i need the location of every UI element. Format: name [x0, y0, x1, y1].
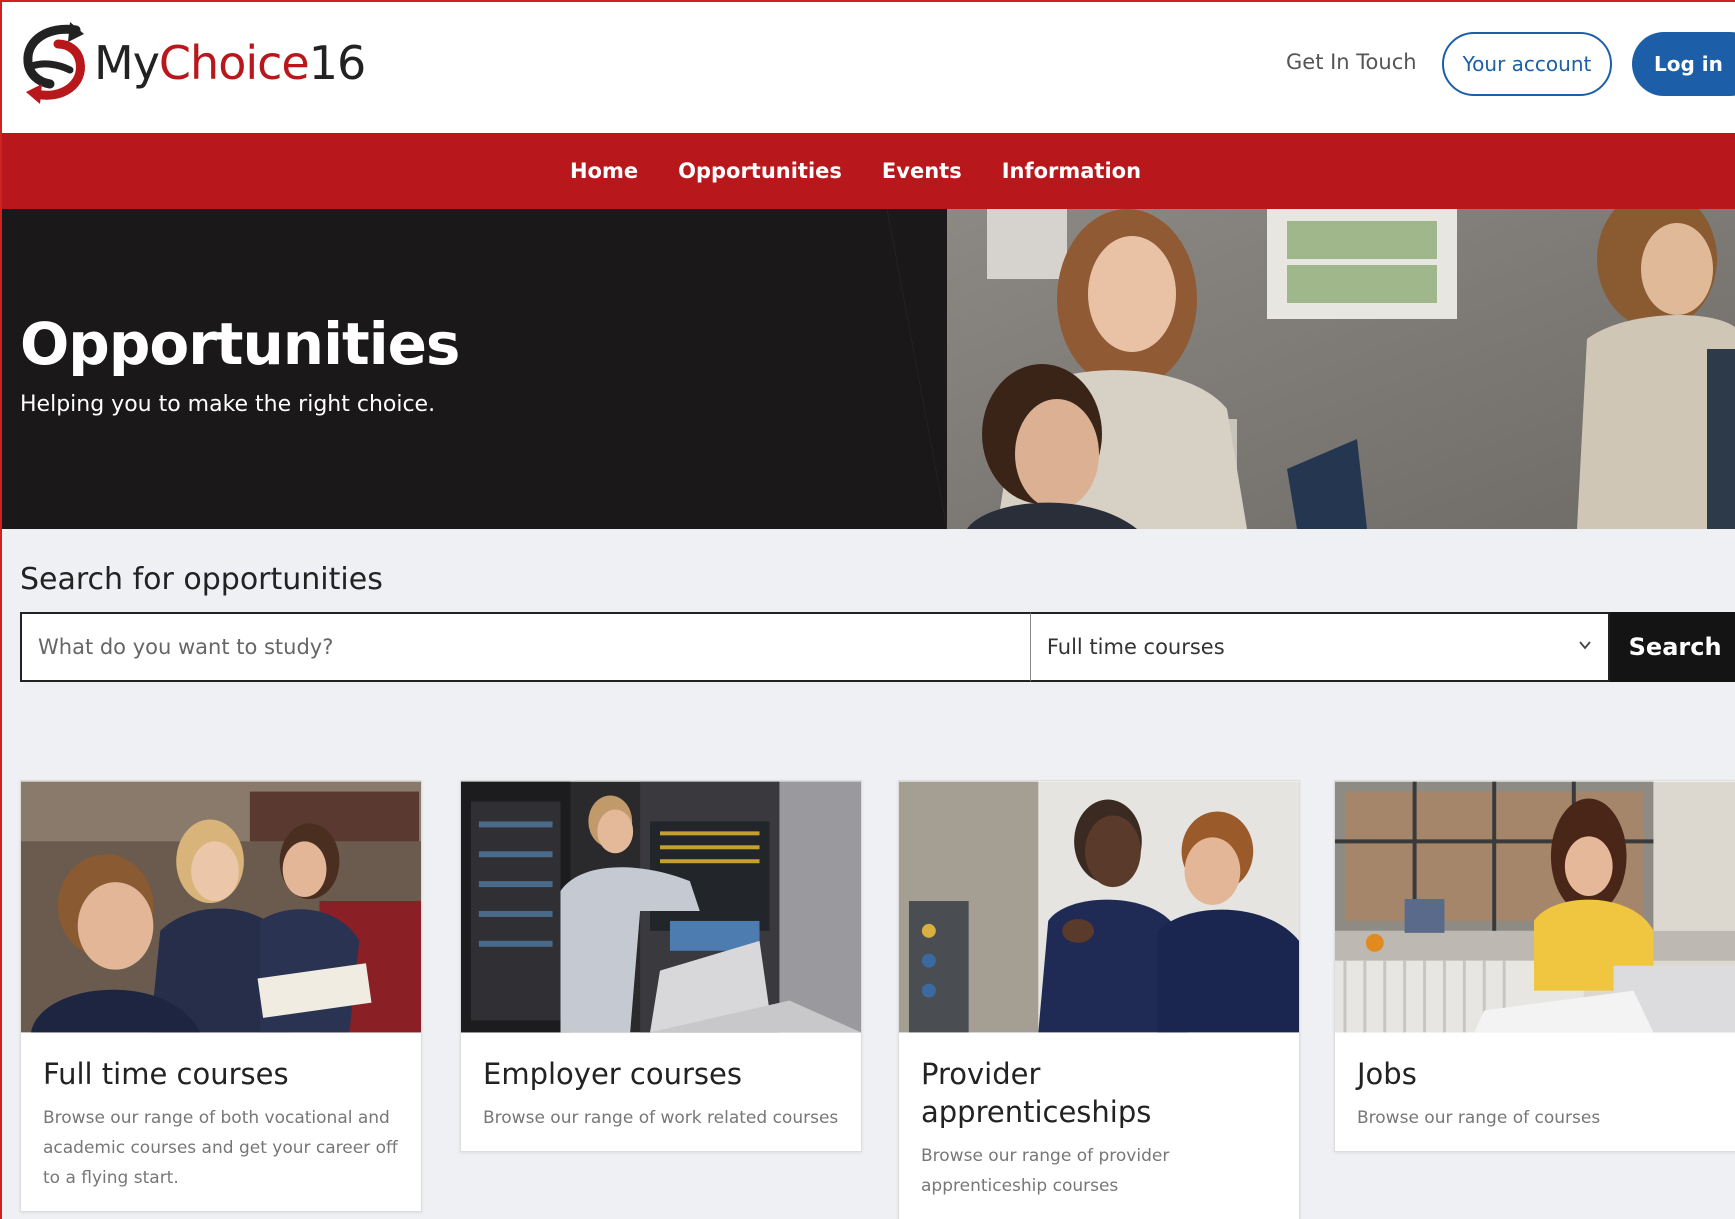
- logo-text: MyChoice16: [94, 36, 367, 90]
- card-description: Browse our range of both vocational and …: [43, 1108, 398, 1188]
- search-button[interactable]: Search: [1610, 612, 1735, 682]
- course-type-selected: Full time courses: [1046, 635, 1225, 659]
- card-title: Jobs: [1357, 1057, 1417, 1091]
- hero-title: Opportunities: [20, 310, 460, 378]
- nav-item-home[interactable]: Home: [570, 159, 638, 183]
- logo-text-my: My: [94, 36, 160, 90]
- nav-item-information[interactable]: Information: [1002, 159, 1141, 183]
- card-full-time-courses[interactable]: Full time courses Browse our range of bo…: [20, 780, 422, 1212]
- course-type-select[interactable]: Full time courses: [1030, 612, 1611, 682]
- search-input[interactable]: What do you want to study?: [20, 612, 1031, 682]
- get-in-touch-link[interactable]: Get In Touch: [1286, 50, 1417, 74]
- hero-banner: Opportunities Helping you to make the ri…: [2, 209, 1735, 529]
- your-account-button[interactable]: Your account: [1442, 32, 1612, 96]
- card-description: Browse our range of courses: [1357, 1108, 1601, 1128]
- card-jobs[interactable]: Jobs Browse our range of courses: [1334, 780, 1735, 1152]
- search-heading: Search for opportunities: [20, 562, 383, 597]
- site-logo[interactable]: MyChoice16: [18, 22, 367, 104]
- server-technician-photo: [461, 781, 861, 1033]
- student-studying-photo: [1335, 781, 1735, 1033]
- log-in-button[interactable]: Log in: [1632, 32, 1735, 96]
- students-reading-photo: [21, 781, 421, 1033]
- hero-subtitle: Helping you to make the right choice.: [20, 392, 436, 417]
- logo-text-number: 16: [308, 36, 367, 90]
- card-title: Employer courses: [483, 1057, 742, 1091]
- nav-item-opportunities[interactable]: Opportunities: [678, 159, 842, 183]
- nav-item-events[interactable]: Events: [882, 159, 962, 183]
- card-provider-apprenticeships[interactable]: Provider apprenticeships Browse our rang…: [898, 780, 1300, 1219]
- card-title: Provider apprenticeships: [921, 1057, 1152, 1129]
- main-nav: Home Opportunities Events Information: [2, 133, 1735, 209]
- logo-text-choice: Choice: [158, 36, 310, 90]
- page-frame: MyChoice16 Get In Touch Your account Log…: [0, 0, 1735, 1219]
- chevron-down-icon: [1579, 641, 1591, 650]
- apprentice-mentor-photo: [899, 781, 1299, 1033]
- card-employer-courses[interactable]: Employer courses Browse our range of wor…: [460, 780, 862, 1152]
- site-header: MyChoice16 Get In Touch Your account Log…: [2, 2, 1735, 133]
- logo-arrows-icon: [23, 22, 85, 104]
- search-bar: What do you want to study? Full time cou…: [20, 612, 1735, 682]
- card-description: Browse our range of work related courses: [483, 1108, 839, 1128]
- card-title: Full time courses: [43, 1057, 289, 1091]
- hero-students-photo: [887, 209, 1735, 529]
- card-description: Browse our range of provider apprentices…: [921, 1146, 1170, 1196]
